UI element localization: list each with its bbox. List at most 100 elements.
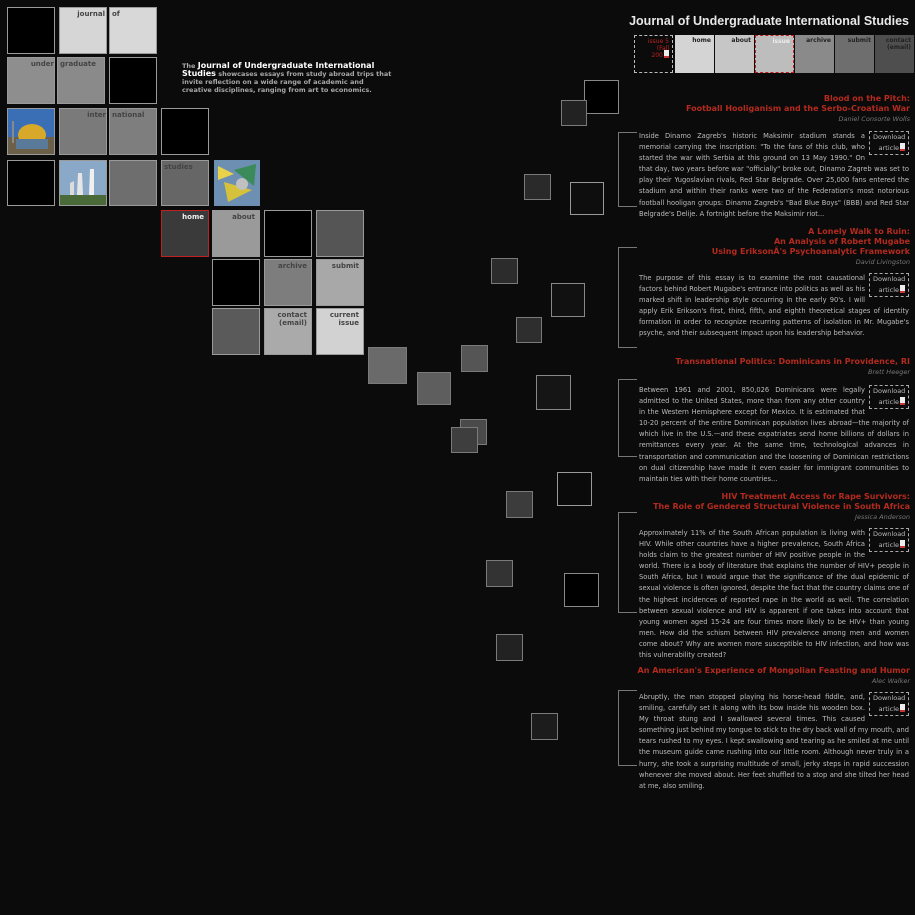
article-title-line[interactable]: Football Hooliganism and the Serbo-Croat… bbox=[618, 104, 910, 114]
flags-photo-icon bbox=[214, 160, 260, 206]
deco-square bbox=[536, 375, 571, 410]
download-label-2: article bbox=[878, 398, 899, 406]
download-label: Download bbox=[873, 275, 906, 283]
article: An American's Experience of Mongolian Fe… bbox=[618, 666, 910, 790]
mosaic-photo-statues bbox=[59, 160, 107, 206]
article-title[interactable]: An American's Experience of Mongolian Fe… bbox=[618, 666, 910, 676]
article-title-line[interactable]: A Lonely Walk to Ruin: bbox=[618, 227, 910, 237]
article-title[interactable]: Transnational Politics: Dominicans in Pr… bbox=[618, 357, 910, 367]
article-author: Brett Heeger bbox=[868, 368, 910, 376]
mosaic-nav-contact-label: contact (email) bbox=[277, 311, 307, 327]
article-title-line[interactable]: An American's Experience of Mongolian Fe… bbox=[618, 666, 910, 676]
deco-square bbox=[451, 427, 478, 453]
deco-square bbox=[524, 174, 551, 200]
article-title[interactable]: Blood on the Pitch: Football Hooliganism… bbox=[618, 94, 910, 114]
mosaic-tile-journal: journal bbox=[59, 7, 107, 54]
article-bracket bbox=[618, 132, 637, 207]
deco-square bbox=[561, 100, 587, 126]
mosaic-word-graduate: graduate bbox=[60, 60, 96, 68]
download-label: Download bbox=[873, 694, 906, 702]
pdf-icon bbox=[664, 50, 669, 58]
mosaic-word-under: under bbox=[30, 60, 54, 68]
mosaic-nav-submit[interactable]: submit bbox=[316, 259, 364, 306]
deco-square bbox=[516, 317, 542, 343]
mosaic-tile-under: under bbox=[7, 57, 55, 104]
article-body: Download article The purpose of this ess… bbox=[639, 273, 909, 340]
mosaic-nav-archive-label: archive bbox=[277, 262, 307, 270]
mosaic-tile-of: of bbox=[109, 7, 157, 54]
download-label-2: article bbox=[878, 144, 899, 152]
nav-submit[interactable]: submit bbox=[835, 35, 874, 73]
pdf-icon bbox=[900, 540, 905, 548]
article-title-line[interactable]: Transnational Politics: Dominicans in Pr… bbox=[618, 357, 910, 367]
nav-current-issue[interactable]: issue bbox=[755, 35, 794, 73]
deco-square bbox=[551, 283, 585, 317]
article: Transnational Politics: Dominicans in Pr… bbox=[618, 357, 910, 483]
deco-square bbox=[564, 573, 599, 607]
article-body: Download article Approximately 11% of th… bbox=[639, 528, 909, 661]
pdf-icon bbox=[900, 285, 905, 293]
article-title-line[interactable]: Blood on the Pitch: bbox=[618, 94, 910, 104]
mosaic-tile bbox=[316, 210, 364, 257]
mosaic-tile bbox=[7, 160, 55, 206]
mosaic-tile-studies: studies bbox=[161, 160, 209, 206]
site-title: Journal of Undergraduate International S… bbox=[629, 14, 909, 28]
article-title[interactable]: A Lonely Walk to Ruin: An Analysis of Ro… bbox=[618, 227, 910, 257]
article-author: Jessica Anderson bbox=[855, 513, 910, 521]
nav-contact[interactable]: contact (email) bbox=[875, 35, 914, 73]
mosaic-photo-dome bbox=[7, 108, 55, 155]
nav-archive-label: archive bbox=[806, 37, 831, 44]
dome-photo-icon bbox=[8, 109, 54, 154]
pdf-icon bbox=[900, 704, 905, 712]
mosaic-nav-current-issue[interactable]: current issue bbox=[316, 308, 364, 355]
mosaic-nav-contact[interactable]: contact (email) bbox=[264, 308, 312, 355]
mosaic-nav-about[interactable]: about bbox=[212, 210, 260, 257]
mosaic-tile bbox=[264, 210, 312, 257]
mosaic-photo-flags bbox=[214, 160, 260, 206]
article-title[interactable]: HIV Treatment Access for Rape Survivors:… bbox=[618, 492, 910, 512]
article-bracket bbox=[618, 247, 637, 348]
nav-home[interactable]: home bbox=[675, 35, 714, 73]
mosaic-word-inter: inter bbox=[87, 111, 106, 119]
mosaic-word-studies: studies bbox=[164, 163, 193, 171]
nav-about-label: about bbox=[731, 37, 751, 44]
mosaic-tile-national: national bbox=[109, 108, 157, 155]
article-title-line[interactable]: An Analysis of Robert Mugabe bbox=[618, 237, 910, 247]
mosaic-word-of: of bbox=[112, 10, 120, 18]
mosaic-tile bbox=[212, 308, 260, 355]
intro-blurb: The Journal of Undergraduate Internation… bbox=[182, 62, 394, 95]
article-author: David Livingston bbox=[855, 258, 910, 266]
download-label-2: article bbox=[878, 705, 899, 713]
deco-square bbox=[557, 472, 592, 506]
download-article-button[interactable]: Download article bbox=[869, 385, 909, 409]
article-title-line[interactable]: The Role of Gendered Structural Violence… bbox=[618, 502, 910, 512]
mosaic-tile-graduate: graduate bbox=[57, 57, 105, 104]
deco-square bbox=[368, 347, 407, 384]
download-label: Download bbox=[873, 133, 906, 141]
deco-square bbox=[584, 80, 619, 114]
download-article-button[interactable]: Download article bbox=[869, 273, 909, 297]
nav-about[interactable]: about bbox=[715, 35, 754, 73]
article-body: Download article Between 1961 and 2001, … bbox=[639, 385, 909, 485]
download-label: Download bbox=[873, 387, 906, 395]
article-title-line[interactable]: HIV Treatment Access for Rape Survivors: bbox=[618, 492, 910, 502]
deco-square bbox=[531, 713, 558, 740]
download-article-button[interactable]: Download article bbox=[869, 692, 909, 716]
article-bracket bbox=[618, 512, 637, 613]
nav-archive[interactable]: archive bbox=[795, 35, 834, 73]
mosaic-tile bbox=[7, 7, 55, 54]
mosaic-tile bbox=[109, 160, 157, 206]
article-body: Download article Abruptly, the man stopp… bbox=[639, 692, 909, 792]
mosaic-nav-home[interactable]: home bbox=[161, 210, 209, 257]
download-article-button[interactable]: Download article bbox=[869, 131, 909, 155]
deco-square bbox=[461, 345, 488, 372]
mosaic-word-national: national bbox=[112, 111, 145, 119]
mosaic-nav-archive[interactable]: archive bbox=[264, 259, 312, 306]
mosaic-tile bbox=[161, 108, 209, 155]
nav-issue-badge[interactable]: issue 5 (Fall 2007) bbox=[634, 35, 673, 73]
article-title-line[interactable]: Using EriksonÂ's Psychoanalytic Framewor… bbox=[618, 247, 910, 257]
download-article-button[interactable]: Download article bbox=[869, 528, 909, 552]
article-bracket bbox=[618, 690, 637, 766]
pdf-icon bbox=[900, 143, 905, 151]
mosaic-nav-current-issue-label: current issue bbox=[329, 311, 359, 327]
